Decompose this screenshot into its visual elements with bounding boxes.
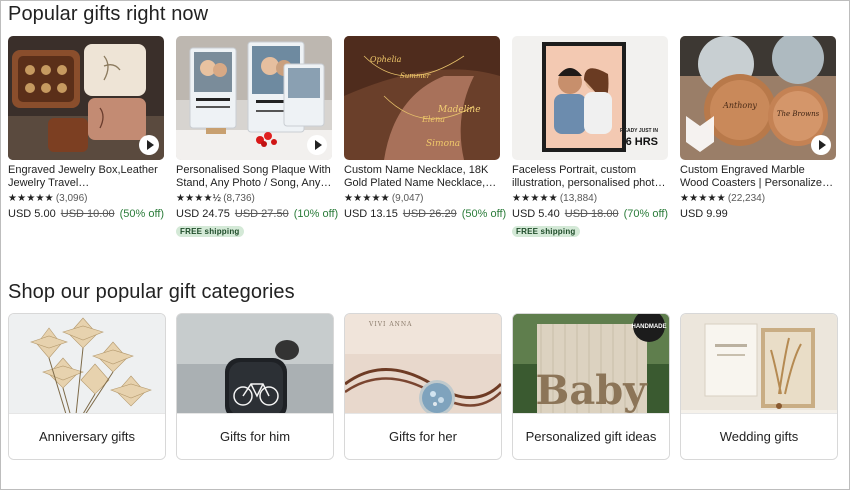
faceless-portrait-image: READY JUST IN 6 HRS [512,36,668,160]
star-rating-icon: ★★★★½ [176,193,222,204]
category-card-him[interactable]: Gifts for him [176,313,334,460]
discount-label: (50% off) [461,208,507,220]
category-card-personalized[interactable]: Baby HANDMADE Personalized gift ideas [512,313,670,460]
current-price: USD 24.75 [176,208,230,220]
current-price: USD 9.99 [680,208,728,220]
product-title[interactable]: Custom Name Necklace, 18K Gold Plated Na… [344,164,500,190]
category-card-wedding[interactable]: Wedding gifts [680,313,838,460]
category-card-her[interactable]: VIVI ANNA Gifts for her [344,313,502,460]
product-image[interactable]: Ophelia Summer Madeline Elena Simona [344,36,500,160]
review-count: (13,884) [559,193,598,204]
category-label[interactable]: Wedding gifts [681,413,837,459]
product-rating: ★★★★★ (13,884) [512,193,668,205]
play-video-icon[interactable] [139,135,159,155]
discount-label: (10% off) [293,208,339,220]
play-video-icon[interactable] [811,135,831,155]
star-rating-icon: ★★★★★ [680,193,726,204]
free-shipping-badge: FREE shipping [512,226,580,237]
original-price: USD 26.29 [402,208,457,220]
product-card[interactable]: Ophelia Summer Madeline Elena Simona Cus… [344,36,506,221]
original-price: USD 27.50 [234,208,289,220]
svg-text:Summer: Summer [400,72,431,80]
play-video-icon[interactable] [307,135,327,155]
product-price: USD 24.75 USD 27.50 (10% off) [176,208,338,221]
product-price: USD 5.40 USD 18.00 (70% off) [512,208,668,221]
svg-text:Baby: Baby [536,367,649,414]
svg-text:VIVI ANNA: VIVI ANNA [368,321,412,328]
original-price: USD 10.00 [60,208,115,220]
current-price: USD 5.40 [512,208,560,220]
current-price: USD 13.15 [344,208,398,220]
product-title[interactable]: Custom Engraved Marble Wood Coasters | P… [680,164,836,190]
product-rating: ★★★★★ (22,234) [680,193,836,205]
discount-label: (70% off) [623,208,669,220]
name-necklace-image: Ophelia Summer Madeline Elena Simona [344,36,500,160]
product-price: USD 13.15 USD 26.29 (50% off) [344,208,506,221]
product-image[interactable]: READY JUST IN 6 HRS [512,36,668,160]
svg-text:6 HRS: 6 HRS [626,136,658,148]
category-label[interactable]: Gifts for her [345,413,501,459]
free-shipping-badge: FREE shipping [176,226,244,237]
review-count: (9,047) [391,193,424,204]
section-title-categories: Shop our popular gift categories [8,281,295,303]
review-count: (22,234) [727,193,766,204]
category-label[interactable]: Gifts for him [177,413,333,459]
product-image[interactable]: Anthony The Browns [680,36,836,160]
category-label[interactable]: Anniversary gifts [9,413,165,459]
product-image[interactable] [8,36,164,160]
product-rating: ★★★★★ (3,096) [8,193,164,205]
svg-text:Anthony: Anthony [722,101,757,110]
product-card[interactable]: READY JUST IN 6 HRS Faceless Portrait, c… [512,36,668,239]
discount-label: (50% off) [119,208,165,220]
star-rating-icon: ★★★★★ [512,193,558,204]
original-price: USD 18.00 [564,208,619,220]
product-image[interactable] [176,36,332,160]
svg-text:Madeline: Madeline [437,105,481,115]
star-rating-icon: ★★★★★ [344,193,390,204]
product-card[interactable]: Engraved Jewelry Box,Leather Jewelry Tra… [8,36,164,221]
review-count: (8,736) [223,193,255,204]
product-rating: ★★★★½ (8,736) [176,193,332,205]
product-card[interactable]: Personalised Song Plaque With Stand, Any… [176,36,338,239]
product-title[interactable]: Engraved Jewelry Box,Leather Jewelry Tra… [8,164,164,190]
category-grid: Anniversary gifts Gifts for him VIVI ANN… [8,313,840,461]
product-grid: Engraved Jewelry Box,Leather Jewelry Tra… [8,36,840,239]
category-card-anniversary[interactable]: Anniversary gifts [8,313,166,460]
current-price: USD 5.00 [8,208,56,220]
svg-text:The Browns: The Browns [777,110,820,118]
category-label[interactable]: Personalized gift ideas [513,413,669,459]
star-rating-icon: ★★★★★ [8,193,54,204]
product-price: USD 9.99 [680,208,836,221]
svg-text:Ophelia: Ophelia [370,55,402,64]
svg-text:READY JUST IN: READY JUST IN [620,128,658,134]
product-title[interactable]: Faceless Portrait, custom illustration, … [512,164,668,190]
product-title[interactable]: Personalised Song Plaque With Stand, Any… [176,164,332,190]
product-price: USD 5.00 USD 10.00 (50% off) [8,208,164,221]
review-count: (3,096) [55,193,88,204]
product-card[interactable]: Anthony The Browns Custom Engraved Marbl… [680,36,836,221]
section-title-popular: Popular gifts right now [8,3,209,25]
svg-text:Elena: Elena [421,115,445,124]
svg-text:HANDMADE: HANDMADE [632,324,667,330]
svg-text:Simona: Simona [426,139,460,149]
product-rating: ★★★★★ (9,047) [344,193,500,205]
